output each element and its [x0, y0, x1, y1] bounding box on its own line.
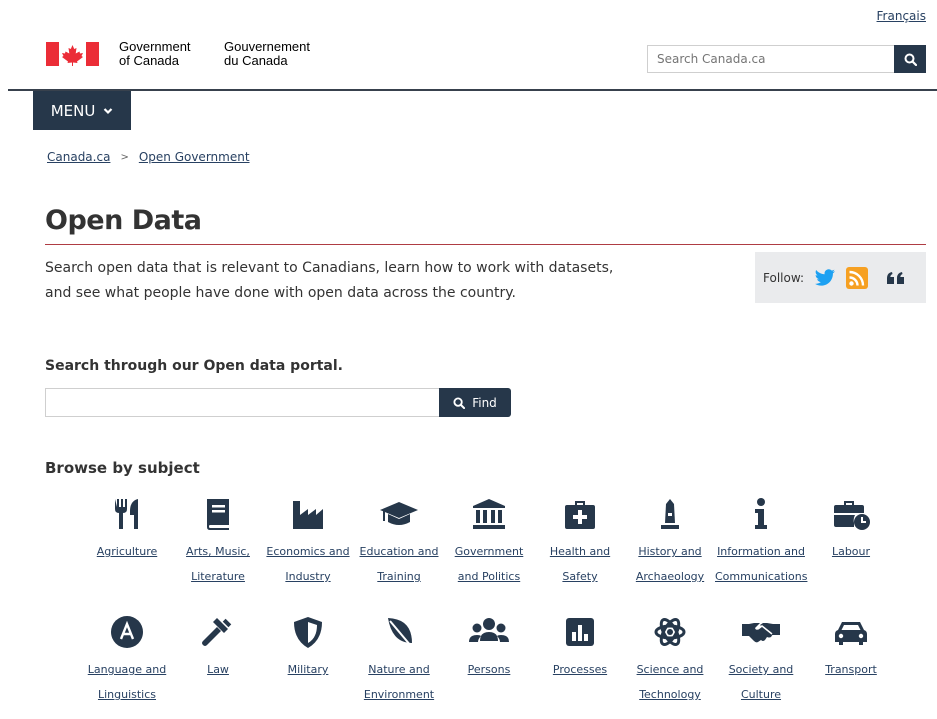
signature-en-line1: Government: [119, 39, 191, 54]
signature-fr-line2: du Canada: [224, 53, 288, 68]
intro-text: Search open data that is relevant to Can…: [45, 260, 614, 301]
search-icon: [904, 53, 917, 66]
subject-label[interactable]: Language and Linguistics: [81, 657, 173, 707]
subject-label[interactable]: Government and Politics: [443, 539, 535, 589]
subject-label[interactable]: Processes: [534, 657, 626, 682]
title-underline: [45, 244, 926, 245]
cutlery-icon: [115, 499, 138, 529]
medical-kit-icon: [565, 501, 595, 529]
menu-label: MENU: [50, 101, 96, 120]
leaf-icon: [388, 618, 412, 647]
handshake-icon: [742, 623, 780, 643]
subject-label[interactable]: Economics and Industry: [262, 539, 354, 589]
subject-label[interactable]: Agriculture: [81, 539, 173, 564]
subject-label[interactable]: Labour: [805, 539, 897, 564]
header-divider: [8, 89, 937, 91]
letter-a-icon: [111, 616, 143, 648]
car-icon: [835, 622, 867, 645]
follow-label: Follow:: [763, 270, 805, 285]
menu-button[interactable]: MENU: [33, 91, 131, 130]
subject-agriculture[interactable]: Agriculture: [81, 497, 173, 564]
bar-chart-icon: [566, 618, 594, 646]
rss-icon[interactable]: [846, 266, 869, 289]
quote-icon[interactable]: [886, 270, 906, 286]
subject-health-safety[interactable]: Health and Safety: [534, 497, 626, 589]
subject-label[interactable]: Law: [172, 657, 264, 682]
canada-flag-icon: [46, 42, 99, 66]
signature-english: Government of Canada: [119, 40, 191, 68]
subject-society-culture[interactable]: Society and Culture: [715, 615, 807, 707]
open-data-search-input[interactable]: [45, 388, 440, 417]
subject-label[interactable]: Science and Technology: [624, 657, 716, 707]
chevron-down-icon: [104, 107, 113, 114]
subject-information-communications[interactable]: Information and Communications: [715, 497, 807, 589]
subject-processes[interactable]: Processes: [534, 615, 626, 682]
portal-search-heading: Search through our Open data portal.: [45, 358, 343, 374]
info-icon: [755, 498, 767, 529]
subject-nature-environment[interactable]: Nature and Environment: [353, 615, 445, 707]
find-label: Find: [472, 395, 497, 410]
site-search-button[interactable]: [894, 45, 926, 73]
subject-government-politics[interactable]: Government and Politics: [443, 497, 535, 589]
subject-label[interactable]: Military: [262, 657, 354, 682]
book-icon: [207, 499, 229, 530]
gavel-icon: [202, 618, 232, 646]
subject-label[interactable]: Arts, Music, Literature: [172, 539, 264, 589]
breadcrumb-canada-link[interactable]: Canada.ca: [47, 150, 110, 164]
monument-icon: [661, 499, 679, 529]
subject-economics-industry[interactable]: Economics and Industry: [262, 497, 354, 589]
site-search: [647, 45, 926, 75]
subject-history-archaeology[interactable]: History and Archaeology: [624, 497, 716, 589]
browse-subject-heading: Browse by subject: [45, 459, 200, 477]
atom-icon: [654, 618, 686, 646]
people-icon: [469, 618, 509, 642]
subject-law[interactable]: Law: [172, 615, 264, 682]
subject-science-technology[interactable]: Science and Technology: [624, 615, 716, 707]
find-button[interactable]: Find: [439, 388, 511, 417]
subject-persons[interactable]: Persons: [443, 615, 535, 682]
subject-language-linguistics[interactable]: Language and Linguistics: [81, 615, 173, 707]
language-toggle-link[interactable]: Français: [877, 9, 926, 23]
subject-label[interactable]: Persons: [443, 657, 535, 682]
breadcrumb-separator-icon: >: [120, 151, 129, 163]
subject-military[interactable]: Military: [262, 615, 354, 682]
search-icon: [453, 396, 466, 409]
subject-label[interactable]: History and Archaeology: [624, 539, 716, 589]
site-search-input[interactable]: [647, 45, 894, 73]
briefcase-clock-icon: [834, 501, 870, 530]
subject-label[interactable]: Society and Culture: [715, 657, 807, 707]
signature-fr-line1: Gouvernement: [224, 39, 310, 54]
subject-label[interactable]: Transport: [805, 657, 897, 682]
shield-icon: [294, 617, 322, 648]
subject-label[interactable]: Health and Safety: [534, 539, 626, 589]
signature-en-line2: of Canada: [119, 53, 179, 68]
government-building-icon: [473, 499, 505, 529]
graduation-cap-icon: [380, 502, 418, 525]
signature-french: Gouvernement du Canada: [224, 40, 310, 68]
subject-transport[interactable]: Transport: [805, 615, 897, 682]
twitter-icon[interactable]: [814, 268, 836, 287]
follow-panel: Follow:: [755, 252, 926, 303]
factory-icon: [293, 501, 323, 529]
subject-label[interactable]: Education and Training: [353, 539, 445, 589]
subject-arts-music-literature[interactable]: Arts, Music, Literature: [172, 497, 264, 589]
breadcrumb: Canada.ca > Open Government: [47, 150, 250, 164]
breadcrumb-open-government-link[interactable]: Open Government: [139, 150, 250, 164]
subject-education-training[interactable]: Education and Training: [353, 497, 445, 589]
subject-label[interactable]: Information and Communications: [715, 539, 807, 589]
subject-labour[interactable]: Labour: [805, 497, 897, 564]
subject-label[interactable]: Nature and Environment: [353, 657, 445, 707]
page-title: Open Data: [45, 205, 202, 236]
